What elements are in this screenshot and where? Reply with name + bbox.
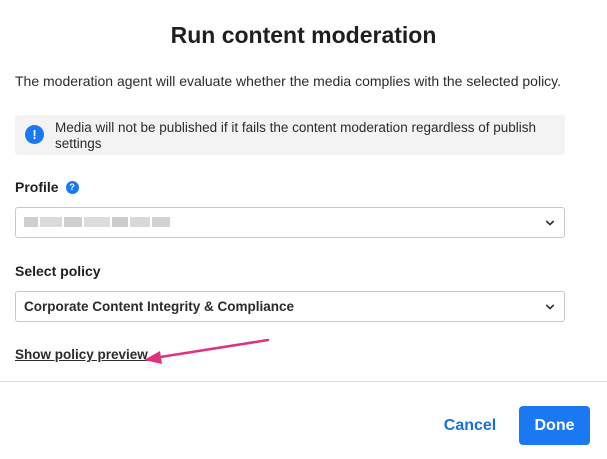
policy-select-value: Corporate Content Integrity & Compliance [24, 299, 295, 314]
notice-text: Media will not be published if it fails … [55, 120, 537, 151]
notice-banner: ! Media will not be published if it fail… [15, 115, 565, 155]
dialog-description: The moderation agent will evaluate wheth… [15, 73, 562, 89]
profile-select[interactable] [15, 207, 565, 238]
info-icon: ! [25, 125, 44, 144]
policy-select[interactable]: Corporate Content Integrity & Compliance [15, 291, 565, 322]
footer-divider [0, 381, 607, 382]
question-icon[interactable]: ? [65, 180, 79, 194]
chevron-down-icon [546, 220, 554, 226]
dialog-title: Run content moderation [170, 22, 437, 48]
annotation-arrow [144, 338, 270, 364]
moderation-dialog: Run content moderation The moderation ag… [0, 0, 607, 459]
profile-label-row: Profile ? [15, 179, 79, 195]
show-policy-preview-link[interactable]: Show policy preview [15, 347, 148, 362]
chevron-down-icon [546, 304, 554, 310]
policy-label: Select policy [15, 263, 101, 279]
profile-value-obscured [24, 217, 170, 227]
cancel-button[interactable]: Cancel [434, 408, 506, 444]
profile-label: Profile [15, 179, 59, 195]
done-button[interactable]: Done [519, 406, 590, 445]
policy-label-row: Select policy [15, 263, 101, 279]
